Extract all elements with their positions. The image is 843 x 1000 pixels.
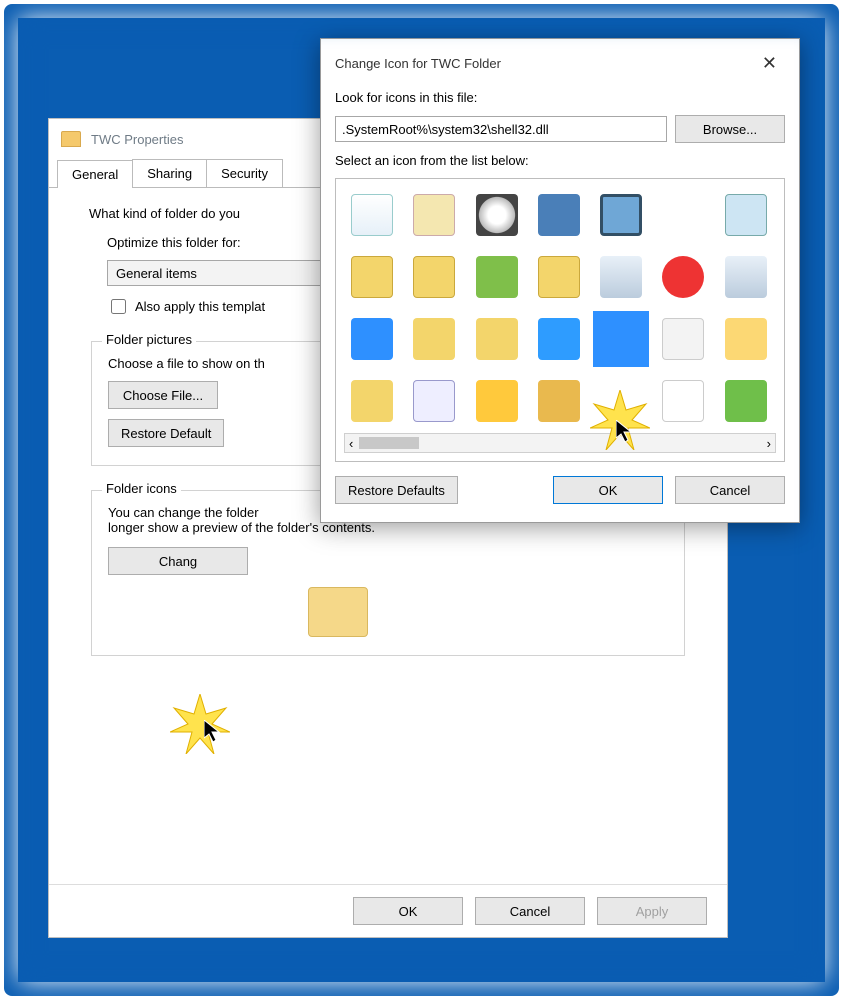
drive-help-icon bbox=[600, 256, 642, 298]
icon-option-blank[interactable] bbox=[655, 187, 711, 243]
fax-printer-icon bbox=[725, 318, 767, 360]
checklist-icon bbox=[413, 380, 455, 422]
scroll-thumb[interactable] bbox=[359, 437, 419, 449]
tree-icon bbox=[476, 256, 518, 298]
tab-security[interactable]: Security bbox=[206, 159, 283, 187]
star-favorite-icon bbox=[476, 380, 518, 422]
browse-button[interactable]: Browse... bbox=[675, 115, 785, 143]
horizontal-scrollbar[interactable]: ‹ › bbox=[344, 433, 776, 453]
icon-option-padlock[interactable] bbox=[531, 373, 587, 429]
folder-icons-legend: Folder icons bbox=[102, 481, 181, 496]
properties-button-row: OK Cancel Apply bbox=[49, 884, 727, 937]
icon-option-desktop[interactable] bbox=[344, 311, 400, 367]
dialog-title: Change Icon for TWC Folder bbox=[335, 56, 501, 71]
icon-option-folder-pictures[interactable] bbox=[344, 249, 400, 305]
icon-option-magnifier-globe[interactable] bbox=[718, 187, 774, 243]
tab-sharing[interactable]: Sharing bbox=[132, 159, 207, 187]
dialog-button-row: Restore Defaults OK Cancel bbox=[335, 462, 785, 508]
also-apply-checkbox[interactable] bbox=[111, 299, 126, 314]
blank-icon bbox=[662, 194, 704, 236]
folder-icon bbox=[61, 131, 81, 147]
choose-file-button[interactable]: Choose File... bbox=[108, 381, 218, 409]
apply-button[interactable]: Apply bbox=[597, 897, 707, 925]
documents-stack-icon bbox=[662, 318, 704, 360]
icon-option-folder-tools[interactable] bbox=[344, 373, 400, 429]
folder-drive-icon bbox=[413, 256, 455, 298]
also-apply-label: Also apply this templat bbox=[135, 299, 265, 314]
folder-tools-icon bbox=[351, 380, 393, 422]
cancel-button[interactable]: Cancel bbox=[475, 897, 585, 925]
icon-option-control-panel[interactable] bbox=[406, 187, 462, 243]
icon-option-fax-printer[interactable] bbox=[718, 311, 774, 367]
selected-blank-icon bbox=[600, 318, 642, 360]
id-card-icon bbox=[725, 256, 767, 298]
icon-option-folder-fonts[interactable] bbox=[406, 311, 462, 367]
dialog-cancel-button[interactable]: Cancel bbox=[675, 476, 785, 504]
icon-option-star-favorite[interactable] bbox=[469, 373, 525, 429]
select-icon-label: Select an icon from the list below: bbox=[335, 153, 785, 168]
icon-option-monitor-run[interactable] bbox=[593, 187, 649, 243]
folder-fonts-icon bbox=[413, 318, 455, 360]
search-page-icon bbox=[662, 380, 704, 422]
key-icon bbox=[538, 194, 580, 236]
disc-drive-icon bbox=[476, 194, 518, 236]
folder-computer-icon bbox=[476, 318, 518, 360]
icon-option-disc-drive[interactable] bbox=[469, 187, 525, 243]
magnifier-globe-icon bbox=[725, 194, 767, 236]
recycle-bin-icon bbox=[351, 194, 393, 236]
icon-option-folder-up[interactable] bbox=[531, 249, 587, 305]
folder-up-icon bbox=[538, 256, 580, 298]
icon-option-documents-stack[interactable] bbox=[655, 311, 711, 367]
icon-option-checklist[interactable] bbox=[406, 373, 462, 429]
icon-option-folder-drive[interactable] bbox=[406, 249, 462, 305]
icon-file-path-input[interactable] bbox=[335, 116, 667, 142]
ok-button[interactable]: OK bbox=[353, 897, 463, 925]
icon-option-key[interactable] bbox=[531, 187, 587, 243]
icon-option-tree[interactable] bbox=[469, 249, 525, 305]
monitor-run-icon bbox=[600, 194, 642, 236]
look-label: Look for icons in this file: bbox=[335, 90, 785, 105]
icon-option-printer-add[interactable] bbox=[718, 373, 774, 429]
close-icon[interactable]: ✕ bbox=[754, 49, 785, 78]
icon-option-refresh[interactable] bbox=[531, 311, 587, 367]
blank2-icon bbox=[600, 380, 642, 422]
scroll-right-icon[interactable]: › bbox=[767, 436, 771, 451]
icon-option-selected-blank[interactable] bbox=[593, 311, 649, 367]
restore-defaults-button[interactable]: Restore Defaults bbox=[335, 476, 458, 504]
tab-general[interactable]: General bbox=[57, 160, 133, 188]
change-icon-label: Chang bbox=[159, 554, 197, 569]
scroll-left-icon[interactable]: ‹ bbox=[349, 436, 353, 451]
icon-option-id-card[interactable] bbox=[718, 249, 774, 305]
dialog-ok-button[interactable]: OK bbox=[553, 476, 663, 504]
icon-option-drive-help[interactable] bbox=[593, 249, 649, 305]
icon-option-search-page[interactable] bbox=[655, 373, 711, 429]
properties-title: TWC Properties bbox=[91, 132, 183, 147]
icon-option-folder-computer[interactable] bbox=[469, 311, 525, 367]
icon-option-blank2[interactable] bbox=[593, 373, 649, 429]
help-icon bbox=[662, 256, 704, 298]
folder-pictures-icon bbox=[351, 256, 393, 298]
padlock-icon bbox=[538, 380, 580, 422]
control-panel-icon bbox=[413, 194, 455, 236]
folder-pictures-legend: Folder pictures bbox=[102, 332, 196, 347]
restore-default-button[interactable]: Restore Default bbox=[108, 419, 224, 447]
dialog-titlebar[interactable]: Change Icon for TWC Folder ✕ bbox=[321, 39, 799, 90]
printer-add-icon bbox=[725, 380, 767, 422]
icon-list: ‹ › bbox=[335, 178, 785, 462]
icon-option-recycle-bin[interactable] bbox=[344, 187, 400, 243]
change-icon-button[interactable]: Chang bbox=[108, 547, 248, 575]
desktop-icon bbox=[351, 318, 393, 360]
icon-option-help[interactable] bbox=[655, 249, 711, 305]
current-folder-icon bbox=[308, 587, 368, 637]
refresh-icon bbox=[538, 318, 580, 360]
change-icon-dialog: Change Icon for TWC Folder ✕ Look for ic… bbox=[320, 38, 800, 523]
